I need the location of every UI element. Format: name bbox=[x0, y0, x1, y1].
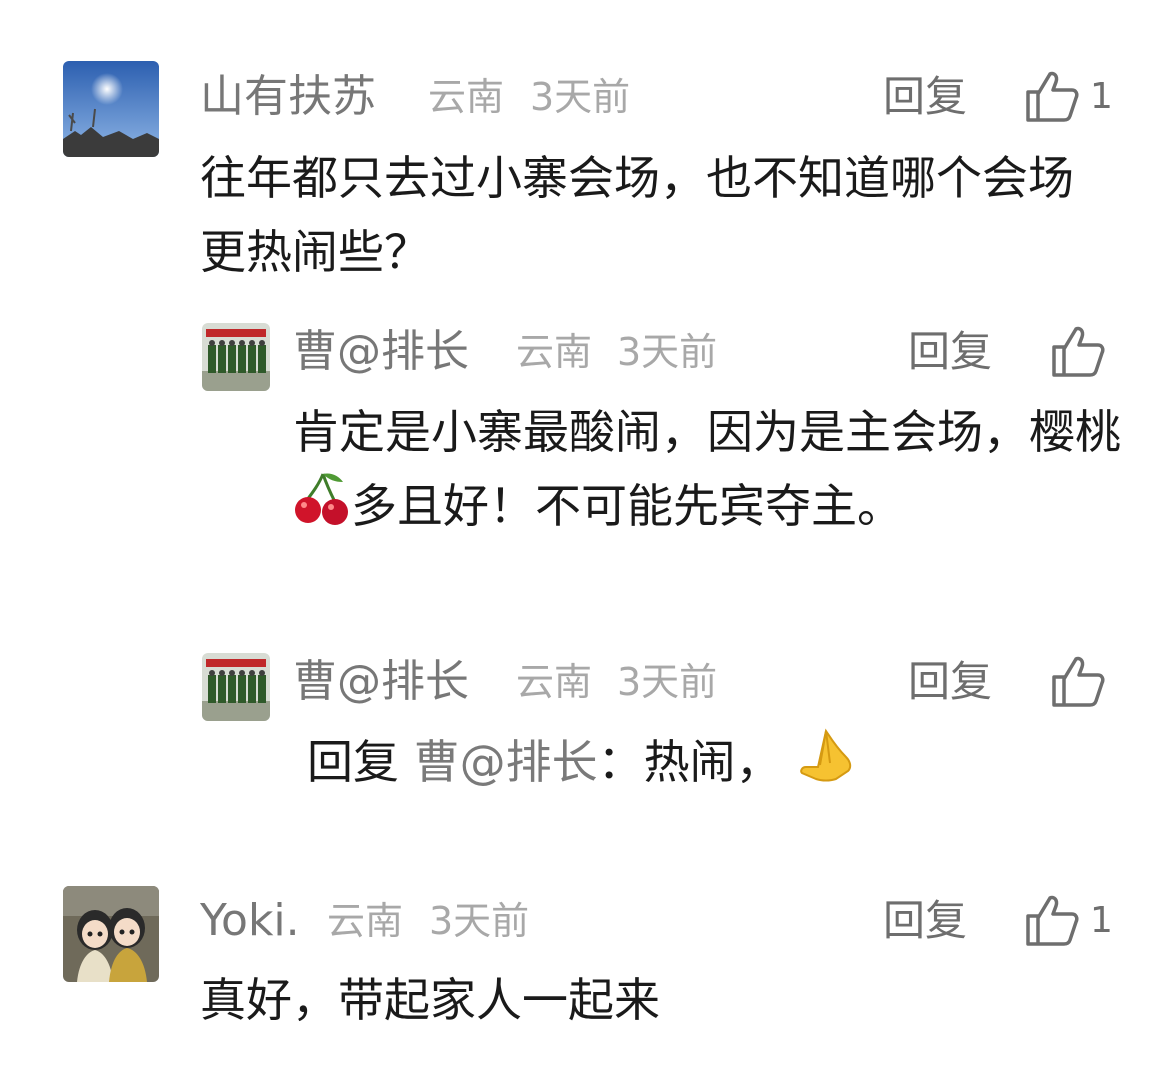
like-button[interactable] bbox=[1048, 653, 1108, 709]
comment-text: 回复 曹@排长：热闹， bbox=[307, 725, 1107, 804]
author-name[interactable]: 曹@排长 bbox=[293, 326, 469, 378]
comment-text: 往年都只去过小寨会场，也不知道哪个会场更热闹些？ bbox=[200, 151, 1074, 279]
praying-hands-icon bbox=[796, 727, 856, 804]
reply-prefix: 回复 bbox=[307, 735, 399, 789]
reply-button[interactable]: 回复 bbox=[908, 326, 992, 378]
comment-text: 真好，带起家人一起来 bbox=[200, 973, 660, 1027]
group-photo-avatar-icon bbox=[202, 323, 270, 391]
thumbs-up-icon bbox=[1052, 326, 1105, 377]
location-label: 云南 bbox=[428, 75, 505, 119]
sky-sun-avatar-icon bbox=[63, 61, 159, 157]
comment-text-part1: 肯定是小寨最酸闹，因为是主会场，樱桃 bbox=[293, 405, 1121, 459]
location-label: 云南 bbox=[516, 660, 593, 704]
reply-target-name[interactable]: 曹@排长 bbox=[414, 735, 598, 789]
timestamp: 3天前 bbox=[530, 75, 631, 119]
thumbs-up-icon bbox=[1026, 895, 1079, 946]
like-count: 1 bbox=[1090, 76, 1113, 117]
reply-text: ：热闹， bbox=[597, 735, 782, 789]
timestamp: 3天前 bbox=[429, 899, 530, 943]
like-button[interactable] bbox=[1022, 68, 1082, 124]
comment-text-part2: 多且好！不可能先宾夺主。 bbox=[351, 479, 903, 533]
like-count: 1 bbox=[1090, 900, 1113, 941]
author-name[interactable]: Yoki. bbox=[200, 895, 300, 947]
avatar[interactable] bbox=[202, 323, 270, 391]
reply-button[interactable]: 回复 bbox=[883, 895, 967, 947]
avatar[interactable] bbox=[202, 653, 270, 721]
author-name[interactable]: 山有扶苏 bbox=[200, 71, 376, 123]
timestamp: 3天前 bbox=[617, 330, 718, 374]
author-name[interactable]: 曹@排长 bbox=[293, 656, 469, 708]
timestamp: 3天前 bbox=[617, 660, 718, 704]
reply-button[interactable]: 回复 bbox=[883, 71, 967, 123]
thumbs-up-icon bbox=[1026, 71, 1079, 122]
group-photo-avatar-icon bbox=[202, 653, 270, 721]
location-label: 云南 bbox=[327, 899, 404, 943]
avatar[interactable] bbox=[63, 61, 159, 157]
comment-text: 肯定是小寨最酸闹，因为是主会场，樱桃多且好！不可能先宾夺主。 bbox=[293, 395, 1123, 549]
reply-button[interactable]: 回复 bbox=[908, 656, 992, 708]
cherries-icon bbox=[293, 470, 351, 549]
like-button[interactable] bbox=[1022, 892, 1082, 948]
location-label: 云南 bbox=[516, 330, 593, 374]
like-button[interactable] bbox=[1048, 323, 1108, 379]
thumbs-up-icon bbox=[1052, 656, 1105, 707]
cartoon-couple-avatar-icon bbox=[63, 886, 159, 982]
avatar[interactable] bbox=[63, 886, 159, 982]
